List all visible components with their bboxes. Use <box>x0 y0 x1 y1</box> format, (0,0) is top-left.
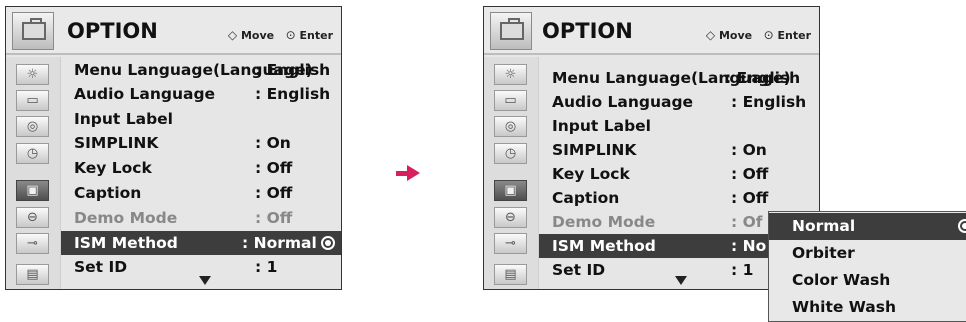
enter-hint-label: Enter <box>299 29 334 42</box>
item-label: ISM Method <box>552 237 656 255</box>
enter-icon: ⊙ <box>285 28 296 42</box>
tv-icon[interactable]: ▭ <box>494 90 527 111</box>
lock-icon[interactable]: ⊖ <box>16 207 49 228</box>
item-label: Set ID <box>552 261 606 279</box>
move-hint-label: Move <box>718 29 753 42</box>
item-label: Key Lock <box>552 165 630 183</box>
menu-title: OPTION <box>542 19 633 43</box>
item-label: Set ID <box>74 258 128 276</box>
radio-selected-icon <box>321 236 335 250</box>
menu-item-input-label[interactable]: Input Label <box>539 114 819 138</box>
picture-icon[interactable]: ☼ <box>16 64 49 85</box>
item-value: : Normal <box>242 234 317 252</box>
menu-item-key-lock[interactable]: Key Lock : Off <box>539 162 819 186</box>
item-label: Caption <box>74 184 142 202</box>
move-hint-label: Move <box>240 29 275 42</box>
picture-icon[interactable]: ☼ <box>494 64 527 85</box>
item-label: Input Label <box>74 110 173 128</box>
item-label: ISM Method <box>74 234 178 252</box>
menu-item-demo-mode[interactable]: Demo Mode : Off <box>61 206 341 230</box>
menu-item-caption[interactable]: Caption : Off <box>61 181 341 205</box>
option-label: Normal <box>792 217 856 235</box>
menu-item-simplink[interactable]: SIMPLINK : On <box>61 131 341 155</box>
menu-header: OPTION ◇ Move ⊙ Enter <box>6 7 341 55</box>
item-value: : English <box>731 93 807 111</box>
option-icon[interactable]: ▣ <box>16 180 49 201</box>
item-value: : 1 <box>255 258 278 276</box>
ism-option-orbiter[interactable]: Orbiter <box>769 240 966 267</box>
option-briefcase-icon <box>490 12 532 50</box>
move-icon: ◇ <box>705 28 716 42</box>
menu-item-input-label[interactable]: Input Label <box>61 107 341 131</box>
option-label: Orbiter <box>792 244 855 262</box>
menu-item-audio-language[interactable]: Audio Language : English <box>61 82 341 106</box>
nav-hints: ◇ Move ⊙ Enter <box>706 28 811 42</box>
nav-hints: ◇ Move ⊙ Enter <box>228 28 333 42</box>
menu-item-menu-language[interactable]: Menu Language(Language) : English <box>539 66 819 90</box>
tv-icon[interactable]: ▭ <box>16 90 49 111</box>
scroll-down-icon[interactable] <box>675 276 687 285</box>
category-icon-column: ☼ ▭ ◎ ◷ ▣ ⊖ ⊸ ▤ <box>6 57 61 289</box>
audio-icon[interactable]: ◎ <box>16 116 49 137</box>
menu-item-audio-language[interactable]: Audio Language : English <box>539 90 819 114</box>
item-label: Key Lock <box>74 159 152 177</box>
input-icon[interactable]: ⊸ <box>16 233 49 254</box>
item-value: : 1 <box>731 261 754 279</box>
usb-icon[interactable]: ▤ <box>16 264 49 285</box>
item-value: : Off <box>255 159 293 177</box>
menu-item-ism-method[interactable]: ISM Method : Normal <box>61 231 341 255</box>
item-label: SIMPLINK <box>552 141 637 159</box>
input-icon[interactable]: ⊸ <box>494 233 527 254</box>
item-value: : Of <box>731 213 763 231</box>
item-value: : Off <box>255 184 293 202</box>
menu-title: OPTION <box>67 19 158 43</box>
option-label: White Wash <box>792 298 897 316</box>
menu-item-menu-language[interactable]: Menu Language(Language) : English <box>61 58 341 82</box>
time-icon[interactable]: ◷ <box>494 143 527 164</box>
menu-item-simplink[interactable]: SIMPLINK : On <box>539 138 819 162</box>
ism-option-white-wash[interactable]: White Wash <box>769 294 966 321</box>
usb-icon[interactable]: ▤ <box>494 264 527 285</box>
item-value: : English <box>255 61 331 79</box>
item-value: : Off <box>731 165 769 183</box>
item-value: : Off <box>255 209 293 227</box>
item-value: : Off <box>731 189 769 207</box>
time-icon[interactable]: ◷ <box>16 143 49 164</box>
item-value: : On <box>255 134 291 152</box>
item-value: : No <box>731 237 767 255</box>
item-value: : English <box>725 69 801 87</box>
item-value: : English <box>255 85 331 103</box>
ism-option-normal[interactable]: Normal <box>769 213 966 240</box>
option-label: Color Wash <box>792 271 891 289</box>
item-label: Input Label <box>552 117 651 135</box>
menu-item-caption[interactable]: Caption : Off <box>539 186 819 210</box>
option-icon[interactable]: ▣ <box>494 180 527 201</box>
item-label: Caption <box>552 189 620 207</box>
item-label: Audio Language <box>74 85 216 103</box>
ism-option-color-wash[interactable]: Color Wash <box>769 267 966 294</box>
item-label: Demo Mode <box>552 213 656 231</box>
menu-header: OPTION ◇ Move ⊙ Enter <box>484 7 819 55</box>
enter-hint-label: Enter <box>777 29 812 42</box>
scroll-down-icon[interactable] <box>199 276 211 285</box>
category-icon-column: ☼ ▭ ◎ ◷ ▣ ⊖ ⊸ ▤ <box>484 57 539 289</box>
item-value: : On <box>731 141 767 159</box>
option-menu-before: OPTION ◇ Move ⊙ Enter ☼ ▭ ◎ ◷ ▣ ⊖ ⊸ ▤ Me… <box>5 6 342 290</box>
menu-items: Menu Language(Language) : English Audio … <box>61 57 341 289</box>
item-label: Audio Language <box>552 93 694 111</box>
item-label: Demo Mode <box>74 209 178 227</box>
option-briefcase-icon <box>12 12 54 50</box>
ism-method-submenu: Normal Orbiter Color Wash White Wash <box>768 211 966 322</box>
lock-icon[interactable]: ⊖ <box>494 207 527 228</box>
menu-item-key-lock[interactable]: Key Lock : Off <box>61 156 341 180</box>
move-icon: ◇ <box>227 28 238 42</box>
item-label: SIMPLINK <box>74 134 159 152</box>
audio-icon[interactable]: ◎ <box>494 116 527 137</box>
enter-icon: ⊙ <box>763 28 774 42</box>
radio-selected-icon <box>958 219 966 233</box>
transition-arrowhead-icon <box>407 165 420 181</box>
